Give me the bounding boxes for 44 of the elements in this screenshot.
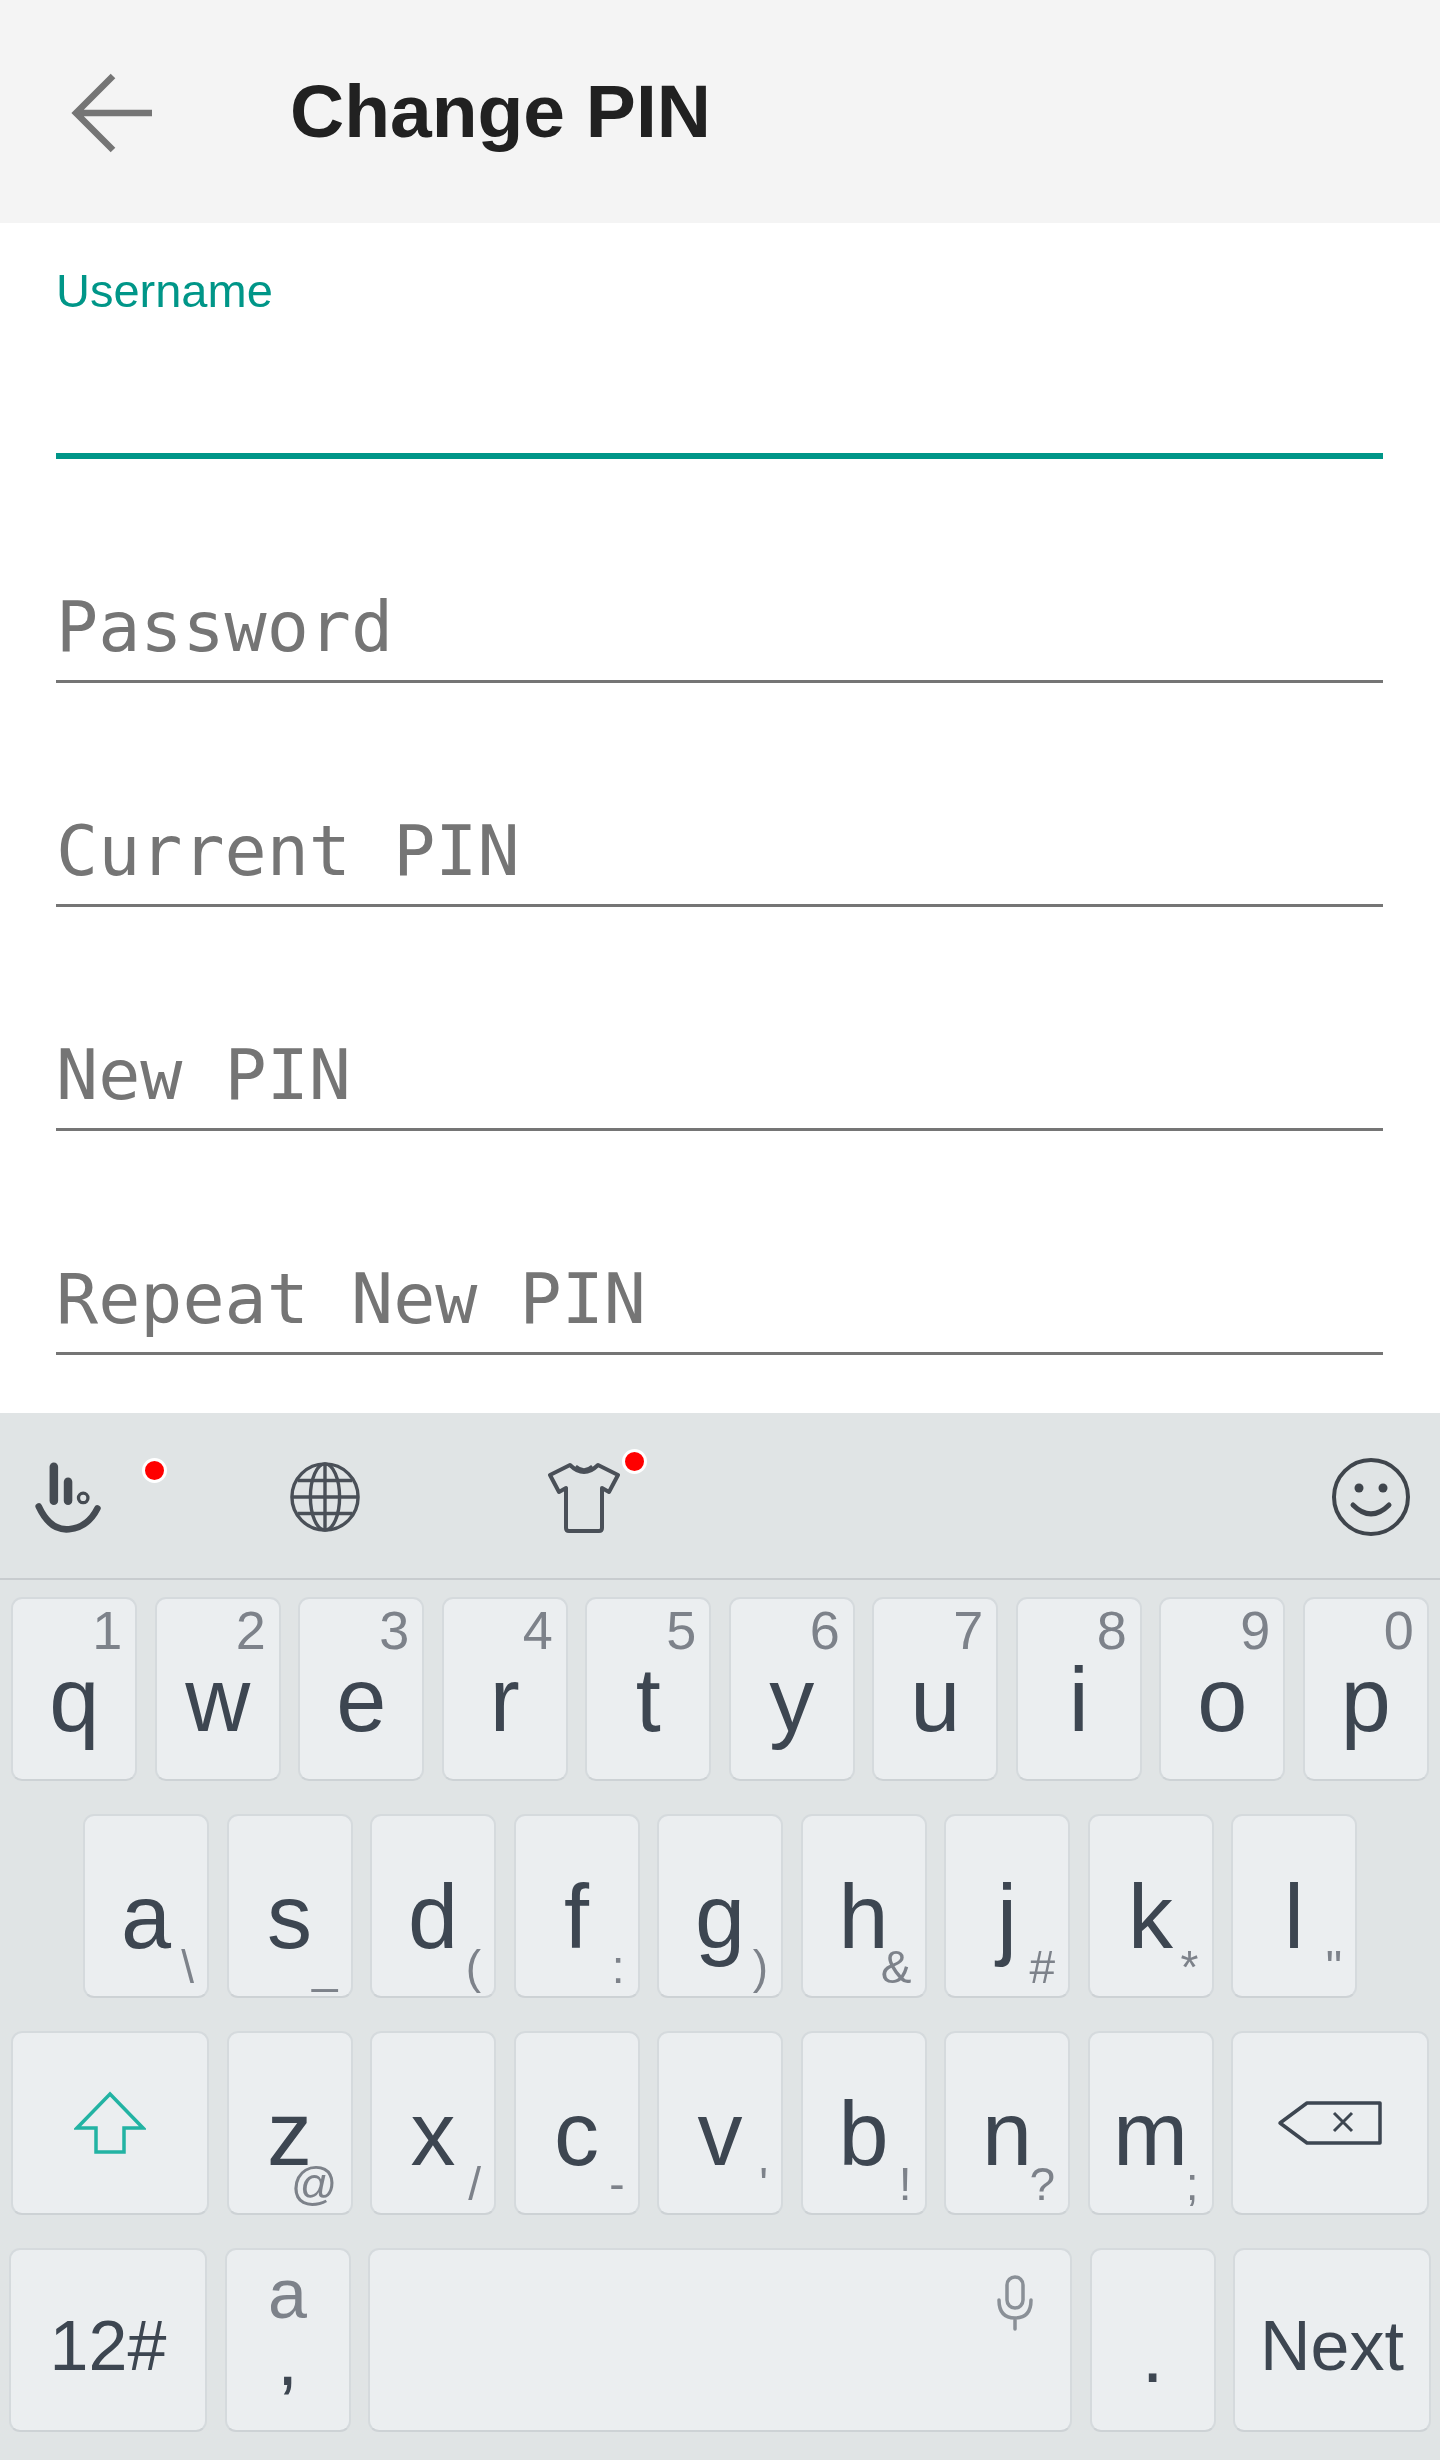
letter-key[interactable]: e 3 <box>298 1597 425 1781</box>
letter-key[interactable]: r 4 <box>441 1597 568 1781</box>
back-arrow-icon[interactable] <box>70 71 154 154</box>
input-field[interactable]: Password <box>56 479 1383 683</box>
input-field[interactable]: Username <box>56 255 1383 459</box>
letter-key[interactable]: l " <box>1231 1814 1357 1998</box>
letter-key[interactable]: s_ <box>226 1814 353 1998</box>
backspace-key[interactable] <box>1231 2031 1429 2215</box>
letter-key[interactable]: x/ <box>370 2031 496 2215</box>
letter-key[interactable]: o 9 <box>1159 1597 1286 1781</box>
input-field[interactable]: Current PIN <box>56 703 1383 907</box>
letter-key[interactable]: p 0 <box>1302 1597 1429 1781</box>
letter-key[interactable]: n? <box>944 2031 1070 2215</box>
letter-key[interactable]: w 2 <box>154 1597 281 1781</box>
next-key[interactable]: Next <box>1233 2248 1431 2432</box>
comma-key[interactable]: a , <box>224 2248 351 2432</box>
input-field[interactable]: Repeat New PIN <box>56 1151 1383 1355</box>
globe-icon[interactable] <box>289 1460 361 1533</box>
smiley-icon[interactable] <box>1331 1456 1411 1537</box>
letter-key[interactable]: m; <box>1087 2031 1214 2215</box>
letter-key[interactable]: u 7 <box>872 1597 999 1781</box>
symbols-key[interactable]: 12# <box>9 2248 207 2432</box>
backspace-icon <box>1277 2100 1383 2146</box>
letter-key[interactable]: j# <box>944 1814 1070 1998</box>
period-key[interactable]: . <box>1089 2248 1216 2432</box>
letter-key[interactable]: z@ <box>226 2031 353 2215</box>
letter-key[interactable]: h& <box>800 1814 927 1998</box>
letter-key[interactable]: d( <box>370 1814 496 1998</box>
letter-key[interactable]: q 1 <box>11 1597 138 1781</box>
screen-title: Change PIN <box>290 70 711 153</box>
letter-key[interactable]: g) <box>657 1814 783 1998</box>
letter-key[interactable]: y 6 <box>728 1597 855 1781</box>
t-shirt-icon[interactable] <box>545 1460 623 1533</box>
letter-key[interactable]: k* <box>1087 1814 1214 1998</box>
letter-key[interactable]: c- <box>513 2031 640 2215</box>
letter-key[interactable]: t 5 <box>585 1597 712 1781</box>
letter-key[interactable]: i 8 <box>1015 1597 1142 1781</box>
microphone-icon[interactable] <box>995 2275 1035 2331</box>
letter-key[interactable]: b! <box>800 2031 927 2215</box>
up-arrow-icon <box>74 2091 146 2155</box>
letter-key[interactable]: f : <box>513 1814 640 1998</box>
letter-key[interactable]: a\ <box>83 1814 209 1998</box>
letter-key[interactable]: v ' <box>657 2031 783 2215</box>
input-field[interactable]: New PIN <box>56 927 1383 1131</box>
